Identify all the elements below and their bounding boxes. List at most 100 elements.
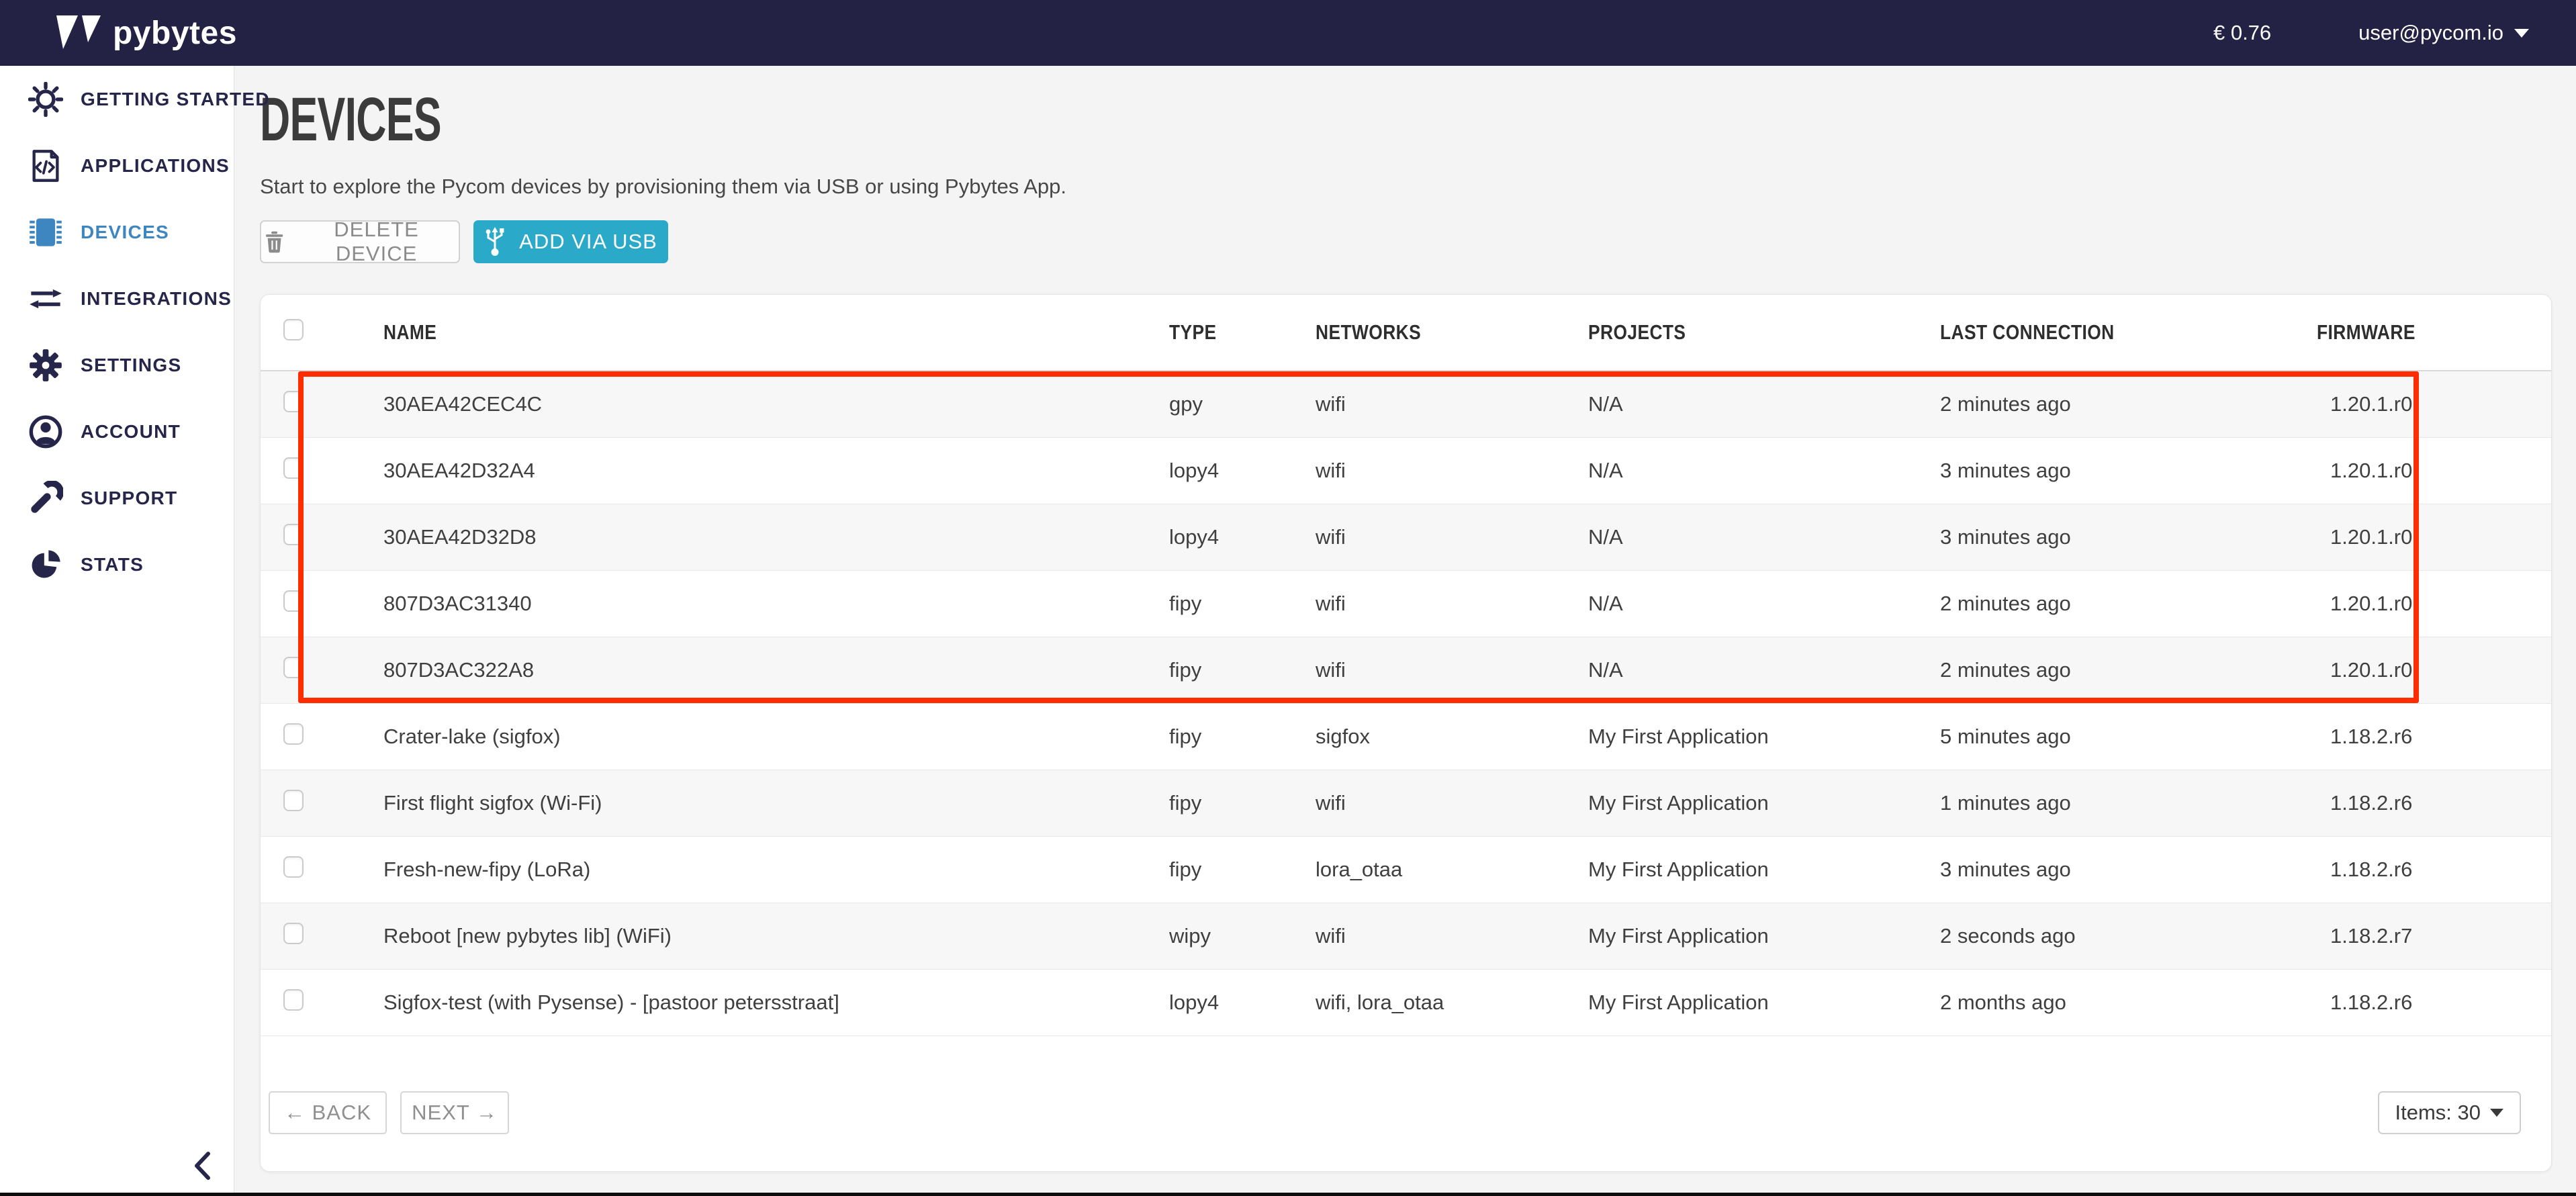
cell-type: fipy: [1169, 658, 1316, 682]
cell-firmware: 1.18.2.r6: [2317, 858, 2551, 882]
pybytes-logo[interactable]: pybytes: [56, 15, 237, 52]
table-row[interactable]: 807D3AC31340fipywifiN/A2 minutes ago1.20…: [261, 571, 2551, 637]
column-header-projects[interactable]: PROJECTS: [1588, 320, 1940, 344]
delete-device-button[interactable]: DELETE DEVICE: [260, 220, 460, 263]
cell-projects: N/A: [1588, 459, 1940, 483]
table-row[interactable]: Reboot [new pybytes lib] (WiFi)wipywifiM…: [261, 903, 2551, 970]
cell-type: fipy: [1169, 858, 1316, 882]
cell-last-connection: 2 minutes ago: [1940, 658, 2317, 682]
sidebar-item-applications[interactable]: APPLICATIONS: [0, 132, 234, 199]
cell-type: lopy4: [1169, 991, 1316, 1015]
table-row[interactable]: Sigfox-test (with Pysense) - [pastoor pe…: [261, 970, 2551, 1036]
page-title: DEVICES: [260, 89, 2576, 150]
row-checkbox-cell: [261, 590, 383, 617]
row-checkbox[interactable]: [283, 590, 304, 612]
table-row[interactable]: First flight sigfox (Wi-Fi)fipywifiMy Fi…: [261, 770, 2551, 837]
table-row[interactable]: 807D3AC322A8fipywifiN/A2 minutes ago1.20…: [261, 637, 2551, 704]
next-button[interactable]: NEXT →: [400, 1091, 509, 1134]
column-header-networks[interactable]: NETWORKS: [1316, 320, 1588, 344]
column-header-firmware[interactable]: FIRMWARE: [2317, 320, 2551, 344]
cell-networks: wifi: [1316, 658, 1588, 682]
arrows-exchange-icon: [28, 281, 63, 316]
row-checkbox[interactable]: [283, 457, 304, 479]
table-row[interactable]: 30AEA42D32D8lopy4wifiN/A3 minutes ago1.2…: [261, 504, 2551, 571]
sidebar-item-label: SUPPORT: [81, 488, 177, 509]
cell-networks: lora_otaa: [1316, 858, 1588, 882]
cell-projects: My First Application: [1588, 725, 1940, 749]
wrench-icon: [28, 481, 63, 516]
row-checkbox-cell: [261, 723, 383, 750]
sidebar-item-label: INTEGRATIONS: [81, 288, 232, 310]
table-row[interactable]: 30AEA42CEC4CgpywifiN/A2 minutes ago1.20.…: [261, 371, 2551, 438]
cell-projects: My First Application: [1588, 791, 1940, 815]
cell-last-connection: 3 minutes ago: [1940, 459, 2317, 483]
sidebar-item-support[interactable]: SUPPORT: [0, 465, 234, 531]
row-checkbox-cell: [261, 391, 383, 418]
cell-firmware: 1.20.1.r0: [2317, 392, 2551, 416]
cell-projects: My First Application: [1588, 991, 1940, 1015]
cell-type: fipy: [1169, 791, 1316, 815]
user-email: user@pycom.io: [2358, 21, 2503, 45]
trash-icon: [265, 230, 283, 254]
column-header-type[interactable]: TYPE: [1169, 320, 1316, 344]
row-checkbox[interactable]: [283, 856, 304, 878]
sidebar-item-getting-started[interactable]: GETTING STARTED: [0, 66, 234, 132]
row-checkbox[interactable]: [283, 524, 304, 545]
select-all-checkbox[interactable]: [283, 319, 304, 340]
column-header-last-connection[interactable]: LAST CONNECTION: [1940, 320, 2317, 344]
cell-name: 807D3AC31340: [383, 592, 1169, 616]
sidebar: GETTING STARTED APPLICATIONS: [0, 66, 234, 1196]
pagination: ← BACK NEXT →: [269, 1091, 509, 1134]
row-checkbox[interactable]: [283, 391, 304, 412]
cell-networks: sigfox: [1316, 725, 1588, 749]
sidebar-item-stats[interactable]: STATS: [0, 531, 234, 598]
cell-type: fipy: [1169, 592, 1316, 616]
back-button[interactable]: ← BACK: [269, 1091, 387, 1134]
cell-name: 30AEA42D32A4: [383, 459, 1169, 483]
cell-name: First flight sigfox (Wi-Fi): [383, 791, 1169, 815]
cell-firmware: 1.18.2.r7: [2317, 924, 2551, 948]
cell-firmware: 1.20.1.r0: [2317, 459, 2551, 483]
row-checkbox[interactable]: [283, 989, 304, 1011]
row-checkbox[interactable]: [283, 723, 304, 745]
table-row[interactable]: 30AEA42D32A4lopy4wifiN/A3 minutes ago1.2…: [261, 438, 2551, 504]
sidebar-item-settings[interactable]: SETTINGS: [0, 332, 234, 398]
user-menu[interactable]: user@pycom.io: [2358, 21, 2529, 45]
table-row[interactable]: Fresh-new-fipy (LoRa)fipylora_otaaMy Fir…: [261, 837, 2551, 903]
sidebar-item-account[interactable]: ACCOUNT: [0, 398, 234, 465]
cell-projects: My First Application: [1588, 924, 1940, 948]
row-checkbox[interactable]: [283, 657, 304, 678]
row-checkbox-cell: [261, 524, 383, 551]
sidebar-item-label: DEVICES: [81, 222, 169, 243]
cell-type: gpy: [1169, 392, 1316, 416]
row-checkbox[interactable]: [283, 790, 304, 811]
row-checkbox-cell: [261, 790, 383, 817]
sidebar-collapse-button[interactable]: [187, 1150, 218, 1181]
column-header-name[interactable]: NAME: [383, 320, 1169, 344]
cell-projects: My First Application: [1588, 858, 1940, 882]
cell-type: lopy4: [1169, 525, 1316, 549]
sidebar-item-integrations[interactable]: INTEGRATIONS: [0, 265, 234, 332]
cell-type: wipy: [1169, 924, 1316, 948]
cell-name: Crater-lake (sigfox): [383, 725, 1169, 749]
cell-projects: N/A: [1588, 525, 1940, 549]
sidebar-item-label: SETTINGS: [81, 355, 181, 376]
items-per-page-dropdown[interactable]: Items: 30: [2378, 1091, 2522, 1134]
cell-firmware: 1.18.2.r6: [2317, 991, 2551, 1015]
cell-name: Reboot [new pybytes lib] (WiFi): [383, 924, 1169, 948]
table-row[interactable]: Crater-lake (sigfox)fipysigfoxMy First A…: [261, 704, 2551, 770]
code-document-icon: [28, 148, 63, 183]
add-via-usb-button[interactable]: ADD VIA USB: [473, 220, 668, 263]
sidebar-item-devices[interactable]: DEVICES: [0, 199, 234, 265]
chevron-left-icon: [193, 1152, 211, 1180]
cell-name: Fresh-new-fipy (LoRa): [383, 858, 1169, 882]
sidebar-item-label: APPLICATIONS: [81, 155, 230, 177]
account-balance[interactable]: € 0.76: [2213, 21, 2271, 45]
cell-last-connection: 3 minutes ago: [1940, 858, 2317, 882]
cell-name: 30AEA42CEC4C: [383, 392, 1169, 416]
cell-last-connection: 2 months ago: [1940, 991, 2317, 1015]
row-checkbox[interactable]: [283, 923, 304, 944]
main-content: DEVICES Start to explore the Pycom devic…: [234, 66, 2576, 1196]
cell-type: fipy: [1169, 725, 1316, 749]
cell-last-connection: 1 minutes ago: [1940, 791, 2317, 815]
